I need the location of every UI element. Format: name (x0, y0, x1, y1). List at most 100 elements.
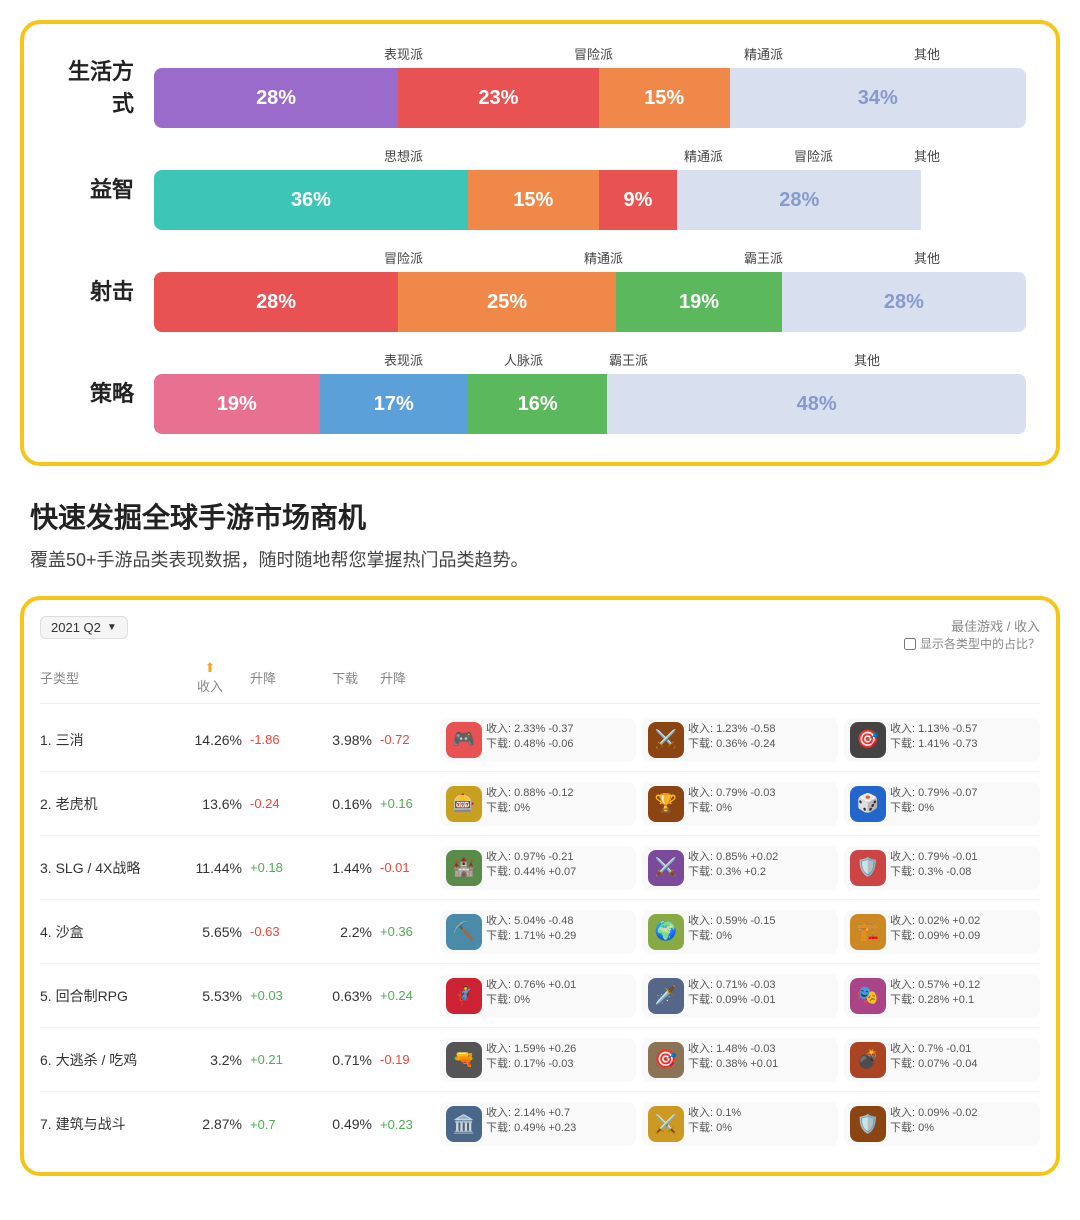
game-icon: 🌍 (648, 914, 684, 950)
segment-label: 表现派 (384, 350, 423, 369)
cell-rev-change: -1.86 (250, 732, 310, 747)
cell-rev-change: -0.63 (250, 924, 310, 939)
game-info: 收入: 0.59% -0.15下载: 0% (688, 914, 775, 945)
genre-label: 生活方式 (54, 54, 134, 118)
cell-download: 0.63% (310, 988, 380, 1004)
genre-row: 益智思想派精通派冒险派其他36%15%9%28% (54, 146, 1026, 230)
table-row: 1. 三消 14.26% -1.86 3.98% -0.72 🎮收入: 2.33… (40, 708, 1040, 772)
bar-segment: 28% (154, 272, 398, 332)
cell-subtype: 7. 建筑与战斗 (40, 1114, 170, 1134)
bar-segment: 19% (616, 272, 782, 332)
bar-segment: 25% (398, 272, 616, 332)
table-row: 4. 沙盒 5.65% -0.63 2.2% +0.36 ⛏️收入: 5.04%… (40, 900, 1040, 964)
col-header-revenue: ⬆ 收入 (170, 660, 250, 695)
game-card: ⚔️收入: 0.85% +0.02下载: 0.3% +0.2 (642, 846, 838, 890)
table-row: 7. 建筑与战斗 2.87% +0.7 0.49% +0.23 🏛️收入: 2.… (40, 1092, 1040, 1156)
cell-dl-change: -0.19 (380, 1052, 440, 1067)
game-card: 🎰收入: 0.88% -0.12下载: 0% (440, 782, 636, 826)
game-info: 收入: 0.09% -0.02下载: 0% (890, 1106, 977, 1137)
bar-segment: 28% (154, 68, 398, 128)
game-icon: 🛡️ (850, 1106, 886, 1142)
game-icon: 🎯 (648, 1042, 684, 1078)
cell-subtype: 1. 三消 (40, 730, 170, 750)
cell-rev-change: +0.21 (250, 1052, 310, 1067)
game-info: 收入: 0.79% -0.07下载: 0% (890, 786, 977, 817)
cell-games: 🎰收入: 0.88% -0.12下载: 0%🏆收入: 0.79% -0.03下载… (440, 782, 1040, 826)
genre-label: 射击 (54, 274, 134, 306)
quarter-selector[interactable]: 2021 Q2 ▼ (40, 616, 128, 639)
game-card: 💣收入: 0.7% -0.01下载: 0.07% -0.04 (844, 1038, 1040, 1082)
cell-games: 🏛️收入: 2.14% +0.7下载: 0.49% +0.23 ⚔️收入: 0.1… (440, 1102, 1040, 1146)
game-info: 收入: 2.14% +0.7下载: 0.49% +0.23 (486, 1106, 576, 1137)
segment-label: 精通派 (744, 44, 783, 63)
game-icon: ⚔️ (648, 1106, 684, 1142)
game-icon: 🦸 (446, 978, 482, 1014)
game-icon: ⛏️ (446, 914, 482, 950)
game-info: 收入: 1.48% -0.03下载: 0.38% +0.01 (688, 1042, 778, 1073)
table-row: 2. 老虎机 13.6% -0.24 0.16% +0.16 🎰收入: 0.88… (40, 772, 1040, 836)
table-header: 子类型 ⬆ 收入 升降 下载 升降 (40, 660, 1040, 704)
revenue-sort-icon[interactable]: ⬆ (205, 660, 216, 676)
cell-rev-change: +0.7 (250, 1117, 310, 1132)
cell-download: 0.71% (310, 1052, 380, 1068)
market-data-card: 2021 Q2 ▼ 最佳游戏 / 收入 显示各类型中的占比？ 子类型 ⬆ 收入 … (20, 596, 1060, 1176)
game-card: 🏰收入: 0.97% -0.21下载: 0.44% +0.07 (440, 846, 636, 890)
table-row: 5. 回合制RPG 5.53% +0.03 0.63% +0.24 🦸收入: 0… (40, 964, 1040, 1028)
game-info: 收入: 0.1%下载: 0% (688, 1106, 741, 1137)
bar-segment: 9% (599, 170, 677, 230)
cell-dl-change: -0.01 (380, 860, 440, 875)
dropdown-arrow-icon: ▼ (107, 622, 117, 633)
game-icon: 🎲 (850, 786, 886, 822)
bar-segment: 28% (782, 272, 1026, 332)
genre-row: 射击冒险派精通派霸王派其他28%25%19%28% (54, 248, 1026, 332)
game-card: ⚔️收入: 1.23% -0.58下载: 0.36% -0.24 (642, 718, 838, 762)
cell-revenue: 13.6% (170, 796, 250, 812)
cell-games: 🦸收入: 0.76% +0.01下载: 0%🗡️收入: 0.71% -0.03下… (440, 974, 1040, 1018)
game-icon: 🗡️ (648, 978, 684, 1014)
segment-label: 冒险派 (794, 146, 833, 165)
col-header-download: 下载 (310, 668, 380, 687)
best-games-label: 最佳游戏 / 收入 (951, 616, 1040, 635)
game-icon: 🏰 (446, 850, 482, 886)
bar-segment: 28% (677, 170, 921, 230)
cell-dl-change: +0.16 (380, 796, 440, 811)
game-icon: 🎰 (446, 786, 482, 822)
genre-label: 益智 (54, 172, 134, 204)
game-icon: 🏆 (648, 786, 684, 822)
cell-rev-change: +0.03 (250, 988, 310, 1003)
game-info: 收入: 0.88% -0.12下载: 0% (486, 786, 573, 817)
segment-label: 精通派 (684, 146, 723, 165)
game-card: 🎭收入: 0.57% +0.12下载: 0.28% +0.1 (844, 974, 1040, 1018)
cell-games: 🔫收入: 1.59% +0.26下载: 0.17% -0.03🎯收入: 1.48… (440, 1038, 1040, 1082)
game-info: 收入: 0.71% -0.03下载: 0.09% -0.01 (688, 978, 775, 1009)
segment-label: 其他 (914, 146, 940, 165)
cell-subtype: 2. 老虎机 (40, 794, 170, 814)
game-info: 收入: 1.59% +0.26下载: 0.17% -0.03 (486, 1042, 576, 1073)
cell-download: 1.44% (310, 860, 380, 876)
genre-row: 策略表现派人脉派霸王派其他19%17%16%48% (54, 350, 1026, 434)
game-icon: 🏛️ (446, 1106, 482, 1142)
cell-rev-change: -0.24 (250, 796, 310, 811)
game-card: 🎯收入: 1.48% -0.03下载: 0.38% +0.01 (642, 1038, 838, 1082)
game-icon: 🎭 (850, 978, 886, 1014)
game-card: 🏆收入: 0.79% -0.03下载: 0% (642, 782, 838, 826)
bar-segment: 34% (730, 68, 1026, 128)
game-card: 🛡️收入: 0.09% -0.02下载: 0% (844, 1102, 1040, 1146)
section-title: 快速发掘全球手游市场商机 (30, 496, 1050, 536)
segment-label: 霸王派 (609, 350, 648, 369)
show-ratio-toggle[interactable]: 显示各类型中的占比？ (904, 635, 1040, 652)
cell-games: 🎮收入: 2.33% -0.37下载: 0.48% -0.06⚔️收入: 1.2… (440, 718, 1040, 762)
game-card: 🏛️收入: 2.14% +0.7下载: 0.49% +0.23 (440, 1102, 636, 1146)
cell-download: 0.16% (310, 796, 380, 812)
game-info: 收入: 0.02% +0.02下载: 0.09% +0.09 (890, 914, 980, 945)
cell-revenue: 3.2% (170, 1052, 250, 1068)
cell-download: 0.49% (310, 1116, 380, 1132)
game-info: 收入: 1.23% -0.58下载: 0.36% -0.24 (688, 722, 775, 753)
bar-segment: 15% (599, 68, 730, 128)
bar-segment: 19% (154, 374, 320, 434)
genre-row: 生活方式表现派冒险派精通派其他28%23%15%34% (54, 44, 1026, 128)
segment-label: 霸王派 (744, 248, 783, 267)
game-card: 🛡️收入: 0.79% -0.01下载: 0.3% -0.08 (844, 846, 1040, 890)
game-info: 收入: 0.79% -0.03下载: 0% (688, 786, 775, 817)
segment-label: 思想派 (384, 146, 423, 165)
